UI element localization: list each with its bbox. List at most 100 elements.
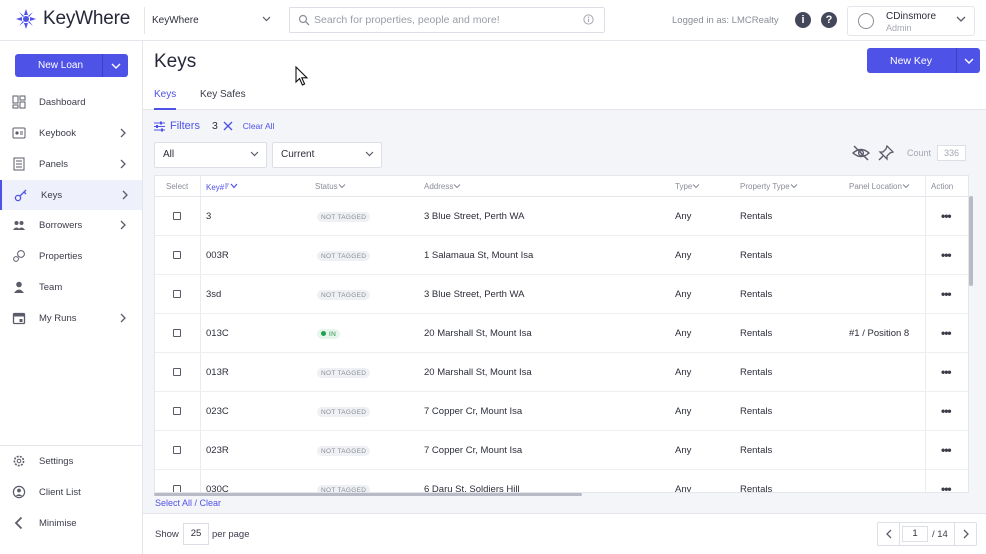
key-number[interactable]: 023R: [206, 445, 229, 456]
column-header-panel-location-label: Panel Location: [849, 182, 902, 191]
scope-select[interactable]: All: [154, 142, 267, 168]
search-icon: [298, 14, 310, 26]
new-key-dropdown[interactable]: [956, 48, 980, 73]
key-number[interactable]: 003R: [206, 250, 229, 261]
property-type: Rentals: [740, 484, 773, 493]
clear-all-link[interactable]: Clear All: [243, 121, 275, 131]
more-actions-icon[interactable]: •••: [941, 482, 952, 492]
mouse-cursor-icon: [295, 66, 309, 86]
more-actions-icon[interactable]: •••: [941, 404, 952, 418]
sidebar-item-dashboard[interactable]: Dashboard: [0, 87, 142, 117]
info-icon[interactable]: [583, 14, 594, 25]
filter-sliders-icon[interactable]: [154, 121, 165, 132]
row-checkbox[interactable]: [173, 446, 181, 454]
sidebar-item-settings[interactable]: Settings: [0, 446, 142, 476]
sidebar-item-minimise[interactable]: Minimise: [0, 508, 142, 538]
new-key-button[interactable]: New Key: [867, 48, 980, 73]
column-header-key[interactable]: Key#: [206, 182, 238, 192]
table-row[interactable]: 3sd NOT TAGGED 3 Blue Street, Perth WA Any R…: [155, 275, 968, 314]
row-checkbox[interactable]: [173, 485, 181, 492]
column-header-panel-location[interactable]: Panel Location: [849, 182, 910, 191]
table-row[interactable]: 013R NOT TAGGED 20 Marshall St, Mount Isa A…: [155, 353, 968, 392]
table-row[interactable]: 013C IN 20 Marshall St, Mount Isa Any Rental…: [155, 314, 968, 353]
search-input[interactable]: [314, 14, 604, 26]
organisation-select[interactable]: KeyWhere: [144, 7, 279, 34]
pin-icon[interactable]: [878, 145, 894, 161]
search-box[interactable]: [289, 7, 605, 33]
close-icon[interactable]: [223, 121, 233, 131]
select-all-clear-link[interactable]: Select All / Clear: [155, 498, 221, 508]
page-number-input[interactable]: 1: [902, 526, 928, 542]
logo[interactable]: KeyWhere: [15, 8, 130, 30]
key-number[interactable]: 3sd: [206, 289, 221, 300]
key-number[interactable]: 013C: [206, 328, 229, 339]
info-circle-icon[interactable]: i: [795, 12, 811, 28]
borrowers-icon: [13, 221, 25, 230]
more-actions-icon[interactable]: •••: [941, 365, 952, 379]
prev-page-button[interactable]: [878, 523, 900, 545]
sidebar-item-client-list[interactable]: Client List: [0, 477, 142, 507]
row-checkbox[interactable]: [173, 290, 181, 298]
more-actions-icon[interactable]: •••: [941, 248, 952, 262]
logo-text: KeyWhere: [43, 8, 131, 29]
row-checkbox[interactable]: [173, 212, 181, 220]
page-size-input[interactable]: 25: [183, 523, 209, 545]
new-loan-dropdown[interactable]: [102, 54, 128, 77]
table-row[interactable]: 3 NOT TAGGED 3 Blue Street, Perth WA Any Ren…: [155, 197, 968, 236]
more-actions-icon[interactable]: •••: [941, 326, 952, 340]
sidebar-item-properties[interactable]: Properties: [0, 241, 142, 271]
filters-label[interactable]: Filters: [170, 120, 200, 132]
chevron-right-icon: [120, 220, 126, 230]
more-actions-icon[interactable]: •••: [941, 287, 952, 301]
table-row[interactable]: 003R NOT TAGGED 1 Salamaua St, Mount Isa An…: [155, 236, 968, 275]
keywhere-logo-icon: [16, 9, 36, 29]
more-actions-icon[interactable]: •••: [941, 443, 952, 457]
vertical-scrollbar[interactable]: [969, 196, 973, 286]
table-row[interactable]: 023C NOT TAGGED 7 Copper Cr, Mount Isa Any R…: [155, 392, 968, 431]
new-key-label: New Key: [890, 55, 933, 67]
column-header-property-type[interactable]: Property Type: [740, 182, 798, 191]
property-type: Rentals: [740, 250, 773, 261]
new-loan-button[interactable]: New Loan: [15, 54, 128, 77]
sidebar-item-keybook[interactable]: Keybook: [0, 118, 142, 148]
sidebar-item-my-runs[interactable]: My Runs: [0, 303, 142, 333]
row-checkbox[interactable]: [173, 251, 181, 259]
sidebar-item-keys[interactable]: Keys: [0, 180, 142, 210]
filters-bar: Filters 3 Clear All: [154, 118, 274, 134]
tab-keys[interactable]: Keys: [154, 89, 177, 110]
key-number[interactable]: 3: [206, 211, 211, 222]
column-header-address-label: Address: [424, 182, 454, 191]
key-number[interactable]: 023C: [206, 406, 229, 417]
row-checkbox[interactable]: [173, 329, 181, 337]
status-text: NOT TAGGED: [321, 213, 367, 221]
table-row[interactable]: 030C NOT TAGGED 6 Daru St, Soldiers Hill An…: [155, 470, 968, 493]
show-label: Show: [155, 529, 179, 540]
key-number[interactable]: 013R: [206, 367, 229, 378]
eye-off-icon[interactable]: [852, 145, 870, 161]
key-number[interactable]: 030C: [206, 484, 229, 492]
tab-key-safes[interactable]: Key Safes: [200, 89, 246, 110]
table-row[interactable]: 023R NOT TAGGED 7 Copper Cr, Mount Isa Any R…: [155, 431, 968, 470]
chevron-right-icon: [120, 128, 126, 138]
next-page-button[interactable]: [954, 523, 976, 545]
sidebar-item-team[interactable]: Team: [0, 272, 142, 302]
column-header-status[interactable]: Status: [315, 182, 346, 191]
row-checkbox[interactable]: [173, 368, 181, 376]
key-type: Any: [675, 328, 692, 339]
table-footer: Show 25 per page 1 / 14: [143, 513, 986, 554]
help-icon[interactable]: ?: [821, 12, 837, 28]
key-type: Any: [675, 406, 692, 417]
more-actions-icon[interactable]: •••: [941, 209, 952, 223]
address: 1 Salamaua St, Mount Isa: [424, 250, 534, 261]
sidebar-item-borrowers[interactable]: Borrowers: [0, 210, 142, 240]
period-select[interactable]: Current: [272, 142, 382, 168]
column-header-type[interactable]: Type: [675, 182, 700, 191]
user-menu[interactable]: CDinsmore Admin: [847, 6, 975, 36]
sidebar-item-panels[interactable]: Panels: [0, 149, 142, 179]
chevron-left-icon: [885, 529, 891, 539]
horizontal-scrollbar[interactable]: [154, 493, 582, 496]
status-badge: NOT TAGGED: [317, 485, 371, 492]
address: 6 Daru St, Soldiers Hill: [424, 484, 520, 493]
row-checkbox[interactable]: [173, 407, 181, 415]
column-header-address[interactable]: Address: [424, 182, 461, 191]
